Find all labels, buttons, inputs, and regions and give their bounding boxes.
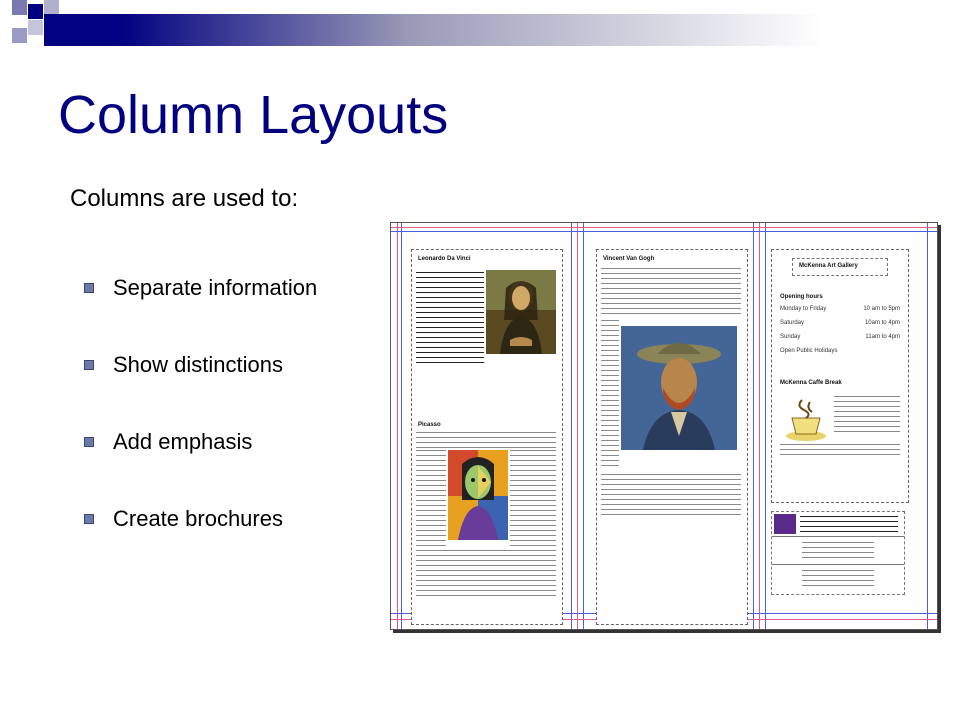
hours-time: 10 am to 5pm — [863, 306, 900, 312]
brochure-panel-2: Vincent Van Gogh — [596, 249, 748, 625]
square-bullet-icon — [84, 360, 94, 370]
bullet-list: Separate information Show distinctions A… — [84, 270, 317, 578]
text-block — [416, 550, 556, 600]
guide-line — [765, 223, 766, 629]
gallery-name: McKenna Art Gallery — [799, 263, 858, 269]
picasso-painting — [448, 450, 508, 540]
text-block — [800, 516, 898, 532]
square-bullet-icon — [84, 437, 94, 447]
bullet-item: Add emphasis — [84, 424, 317, 501]
contact-box — [771, 511, 905, 595]
decor-square — [12, 28, 27, 43]
guide-line — [583, 223, 584, 629]
hours-holidays: Open Public Holidays — [780, 348, 838, 354]
brochure-example-image: Leonardo Da Vinci Picasso Vincent Van Go… — [390, 222, 938, 630]
hours-time: 11am to 4pm — [865, 334, 900, 340]
brochure-panel-1: Leonardo Da Vinci Picasso — [411, 249, 563, 625]
hours-row: Open Public Holidays — [780, 348, 900, 362]
gallery-logo-icon — [774, 514, 796, 534]
title-bar-gradient — [44, 14, 960, 46]
gallery-name-box: McKenna Art Gallery — [792, 258, 888, 276]
text-block — [601, 268, 741, 316]
square-bullet-icon — [84, 283, 94, 293]
hours-day: Monday to Friday — [780, 306, 827, 312]
text-block — [834, 396, 900, 436]
text-block — [416, 432, 556, 448]
guide-line — [577, 223, 578, 629]
divider — [772, 564, 904, 565]
text-block — [416, 450, 446, 546]
guide-line — [759, 223, 760, 629]
van-gogh-painting — [621, 326, 737, 450]
guide-line — [401, 223, 402, 629]
square-bullet-icon — [84, 514, 94, 524]
bullet-text: Separate information — [113, 275, 318, 300]
coffee-heading: McKenna Caffe Break — [780, 380, 842, 386]
divider — [772, 536, 904, 537]
address-lines — [802, 542, 874, 558]
hours-time: 10am to 4pm — [864, 320, 900, 326]
bullet-text: Create brochures — [113, 506, 283, 531]
guide-line — [391, 231, 937, 232]
coffee-cup-icon — [786, 399, 826, 441]
panel-heading: Vincent Van Gogh — [603, 256, 655, 262]
mona-lisa-painting — [486, 270, 556, 354]
hours-day: Saturday — [780, 320, 805, 326]
decor-square — [44, 0, 59, 15]
hours-table: Monday to Friday 10 am to 5pm Saturday 1… — [780, 306, 900, 362]
guide-line — [571, 223, 572, 629]
text-block — [416, 272, 484, 366]
hours-row: Saturday 10am to 4pm — [780, 320, 900, 334]
hours-day: Sunday — [780, 334, 801, 340]
bullet-text: Add emphasis — [113, 429, 253, 454]
slide-subtitle: Columns are used to: — [70, 185, 299, 212]
panel-section-heading: Picasso — [418, 422, 441, 428]
decor-square — [28, 20, 43, 35]
bullet-item: Show distinctions — [84, 347, 317, 424]
text-block — [601, 320, 619, 470]
contact-lines — [802, 570, 874, 586]
hours-row: Sunday 11am to 4pm — [780, 334, 900, 348]
decor-square — [12, 0, 27, 15]
bullet-item: Separate information — [84, 270, 317, 347]
text-block — [601, 474, 741, 516]
text-block — [510, 450, 556, 546]
panel-heading: Leonardo Da Vinci — [418, 256, 471, 262]
guide-line — [753, 223, 754, 629]
bullet-text: Show distinctions — [113, 352, 283, 377]
guide-line — [397, 223, 398, 629]
hours-heading: Opening hours — [780, 294, 823, 300]
guide-line — [927, 223, 928, 629]
slide-title: Column Layouts — [58, 85, 449, 145]
decor-square — [28, 4, 43, 19]
guide-line — [391, 227, 937, 228]
text-block — [780, 444, 900, 458]
bullet-item: Create brochures — [84, 501, 317, 578]
brochure-panel-3: McKenna Art Gallery Opening hours Monday… — [771, 249, 909, 503]
hours-row: Monday to Friday 10 am to 5pm — [780, 306, 900, 320]
